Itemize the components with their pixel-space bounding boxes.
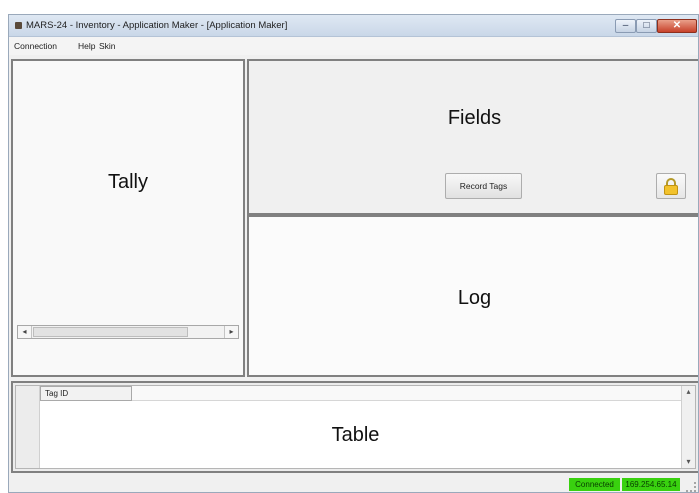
scroll-down-icon[interactable]: ▾ [682, 456, 695, 468]
log-panel: Log [247, 215, 698, 377]
log-label: Log [457, 287, 492, 309]
scroll-thumb[interactable] [33, 327, 188, 337]
close-button[interactable]: ✕ [657, 19, 697, 33]
application-window: MARS-24 - Inventory - Application Maker … [8, 14, 699, 493]
ip-address: 169.254.65.14 [622, 478, 680, 491]
tally-label: Tally [107, 171, 148, 193]
fields-panel: Fields Record Tags [247, 59, 698, 215]
minimize-button[interactable]: – [615, 19, 636, 33]
scroll-right-icon[interactable]: ▸ [224, 326, 238, 338]
minimize-icon: – [622, 20, 629, 31]
lock-button[interactable] [656, 173, 686, 199]
tally-horizontal-scrollbar[interactable]: ◂ ▸ [17, 325, 239, 339]
scroll-left-icon[interactable]: ◂ [18, 326, 32, 338]
menu-connection[interactable]: Connection [14, 41, 57, 51]
connection-status: Connected [569, 478, 620, 491]
maximize-button[interactable]: □ [636, 19, 657, 33]
column-header-tag-id[interactable]: Tag ID [40, 386, 132, 401]
app-icon [15, 22, 22, 29]
column-header-filler [132, 386, 681, 401]
maximize-icon: □ [643, 20, 650, 31]
scroll-up-icon[interactable]: ▴ [682, 386, 695, 398]
menu-bar: Connection Help Skin [9, 37, 698, 55]
tag-table[interactable]: Tag ID Table ▴ ▾ [15, 385, 696, 469]
table-label: Table [331, 424, 380, 446]
resize-grip-icon[interactable] [686, 482, 696, 492]
fields-label: Fields [447, 107, 502, 129]
title-bar[interactable]: MARS-24 - Inventory - Application Maker … [9, 15, 698, 37]
window-title: MARS-24 - Inventory - Application Maker … [26, 20, 288, 31]
status-bar: Connected 169.254.65.14 [9, 475, 698, 492]
table-vertical-scrollbar[interactable]: ▴ ▾ [681, 386, 695, 468]
close-icon: ✕ [672, 20, 682, 31]
menu-help[interactable]: Help [78, 41, 95, 51]
tally-panel: Tally ◂ ▸ [11, 59, 245, 377]
table-panel: Tag ID Table ▴ ▾ [11, 381, 698, 473]
record-tags-button[interactable]: Record Tags [445, 173, 522, 199]
menu-skin[interactable]: Skin [99, 41, 116, 51]
